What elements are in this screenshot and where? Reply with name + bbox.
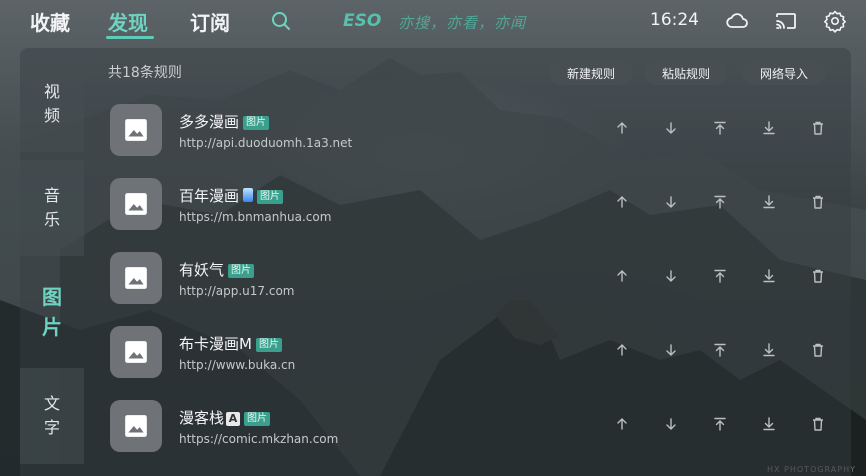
paste-rule-button[interactable]: 粘贴规则 <box>644 61 728 85</box>
move-to-top-icon[interactable] <box>712 416 728 432</box>
clock: 16:24 <box>650 10 699 30</box>
rule-name: 多多漫画 <box>179 113 240 131</box>
arrow-up-icon[interactable] <box>614 194 630 210</box>
rule-url: https://m.bnmanhua.com <box>179 210 332 224</box>
rule-row[interactable]: 漫客栈 A 图片 https://comic.mkzhan.com <box>110 398 840 458</box>
category-sidebar: 视频 音乐 图片 文字 <box>20 48 84 476</box>
brand-slogan: 亦搜，亦看，亦闻 <box>398 14 527 32</box>
delete-icon[interactable] <box>810 342 826 358</box>
rule-row[interactable]: 布卡漫画M 图片 http://www.buka.cn <box>110 324 840 384</box>
rule-row[interactable]: 有妖气 图片 http://app.u17.com <box>110 250 840 310</box>
tab-favorites[interactable]: 收藏 <box>30 7 70 36</box>
sidebar-item-label: 视频 <box>43 82 60 125</box>
active-tab-indicator <box>106 36 154 39</box>
sidebar-item-music[interactable]: 音乐 <box>20 160 84 256</box>
rules-panel: 视频 音乐 图片 文字 共18条规则 新建规则 粘贴规则 网络导入 多多漫画 图片… <box>20 48 851 476</box>
rule-name: 布卡漫画M <box>179 335 252 353</box>
tab-subscribe[interactable]: 订阅 <box>190 7 230 36</box>
rule-url: http://app.u17.com <box>179 284 295 298</box>
letter-a-icon: A <box>226 412 241 426</box>
sidebar-item-image[interactable]: 图片 <box>20 264 84 360</box>
move-to-bottom-icon[interactable] <box>761 416 777 432</box>
type-badge: 图片 <box>244 412 271 426</box>
delete-icon[interactable] <box>810 194 826 210</box>
delete-icon[interactable] <box>810 416 826 432</box>
rule-name: 有妖气 <box>179 261 225 279</box>
sidebar-item-label: 图片 <box>42 285 62 339</box>
arrow-up-icon[interactable] <box>614 342 630 358</box>
arrow-up-icon[interactable] <box>614 416 630 432</box>
rule-title: 漫客栈 A 图片 <box>179 407 271 428</box>
rule-url: https://comic.mkzhan.com <box>179 432 339 446</box>
arrow-up-icon[interactable] <box>614 120 630 136</box>
sidebar-item-text[interactable]: 文字 <box>20 368 84 464</box>
search-icon[interactable] <box>269 9 293 33</box>
network-import-button[interactable]: 网络导入 <box>742 61 826 85</box>
sidebar-item-video[interactable]: 视频 <box>20 56 84 152</box>
type-badge: 图片 <box>255 338 282 352</box>
rule-title: 多多漫画 图片 <box>179 111 270 132</box>
move-to-bottom-icon[interactable] <box>761 342 777 358</box>
rule-title: 百年漫画 图片 <box>179 185 284 206</box>
rule-url: http://api.duoduomh.1a3.net <box>179 136 353 150</box>
settings-icon[interactable] <box>823 9 847 33</box>
rule-row[interactable]: 百年漫画 图片 https://m.bnmanhua.com <box>110 176 840 236</box>
rule-title: 布卡漫画M 图片 <box>179 333 282 354</box>
top-nav-bar: 收藏 发现 订阅 ESO 亦搜，亦看，亦闻 16:24 <box>0 0 866 42</box>
sidebar-item-label: 文字 <box>43 394 60 437</box>
new-rule-button[interactable]: 新建规则 <box>549 61 633 85</box>
move-to-top-icon[interactable] <box>712 268 728 284</box>
tab-discover[interactable]: 发现 <box>108 7 148 36</box>
image-placeholder-icon <box>110 104 162 156</box>
cloud-icon[interactable] <box>725 9 749 33</box>
move-to-bottom-icon[interactable] <box>761 194 777 210</box>
image-placeholder-icon <box>110 326 162 378</box>
arrow-down-icon[interactable] <box>663 416 679 432</box>
arrow-down-icon[interactable] <box>663 342 679 358</box>
rule-row[interactable]: 多多漫画 图片 http://api.duoduomh.1a3.net <box>110 102 840 162</box>
rule-url: http://www.buka.cn <box>179 358 296 372</box>
move-to-top-icon[interactable] <box>712 194 728 210</box>
move-to-bottom-icon[interactable] <box>761 120 777 136</box>
move-to-top-icon[interactable] <box>712 120 728 136</box>
delete-icon[interactable] <box>810 120 826 136</box>
rule-name: 漫客栈 <box>179 409 225 427</box>
image-placeholder-icon <box>110 400 162 452</box>
type-badge: 图片 <box>228 264 255 278</box>
rule-count: 共18条规则 <box>108 65 182 81</box>
arrow-down-icon[interactable] <box>663 120 679 136</box>
cast-icon[interactable] <box>774 9 798 33</box>
sidebar-item-label: 音乐 <box>43 186 60 229</box>
brand-logo: ESO <box>343 11 382 31</box>
move-to-top-icon[interactable] <box>712 342 728 358</box>
phone-emoji-icon <box>243 188 254 202</box>
image-placeholder-icon <box>110 178 162 230</box>
arrow-down-icon[interactable] <box>663 194 679 210</box>
arrow-down-icon[interactable] <box>663 268 679 284</box>
image-placeholder-icon <box>110 252 162 304</box>
rule-title: 有妖气 图片 <box>179 259 255 280</box>
move-to-bottom-icon[interactable] <box>761 268 777 284</box>
type-badge: 图片 <box>243 116 270 130</box>
delete-icon[interactable] <box>810 268 826 284</box>
type-badge: 图片 <box>257 190 284 204</box>
rule-name: 百年漫画 <box>179 187 240 205</box>
arrow-up-icon[interactable] <box>614 268 630 284</box>
